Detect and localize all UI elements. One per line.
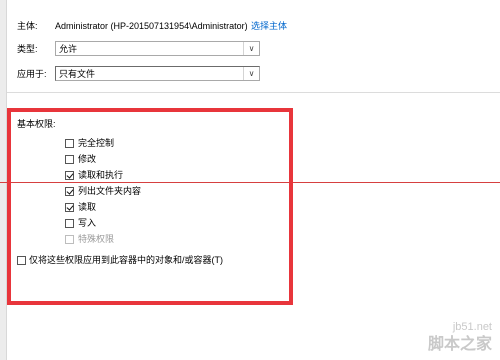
select-principal-link[interactable]: 选择主体 (251, 20, 287, 32)
applies-to-dropdown-value: 只有文件 (59, 69, 96, 79)
watermark-site: jb51.net (452, 321, 492, 333)
type-label: 类型: (17, 44, 38, 54)
principal-label: 主体: (17, 21, 38, 31)
applies-to-dropdown[interactable]: 只有文件 ∨ (55, 66, 260, 81)
type-dropdown-value: 允许 (59, 44, 78, 54)
principal-value: Administrator (HP-201507131954\Administr… (55, 21, 248, 31)
applies-to-label: 应用于: (17, 69, 47, 79)
window-left-edge (0, 0, 7, 360)
watermark-brand: 脚本之家 (427, 336, 492, 353)
type-dropdown[interactable]: 允许 ∨ (55, 41, 260, 56)
section-divider (7, 92, 500, 93)
chevron-down-icon: ∨ (243, 42, 259, 55)
chevron-down-icon: ∨ (243, 67, 259, 80)
highlight-box (7, 108, 293, 305)
